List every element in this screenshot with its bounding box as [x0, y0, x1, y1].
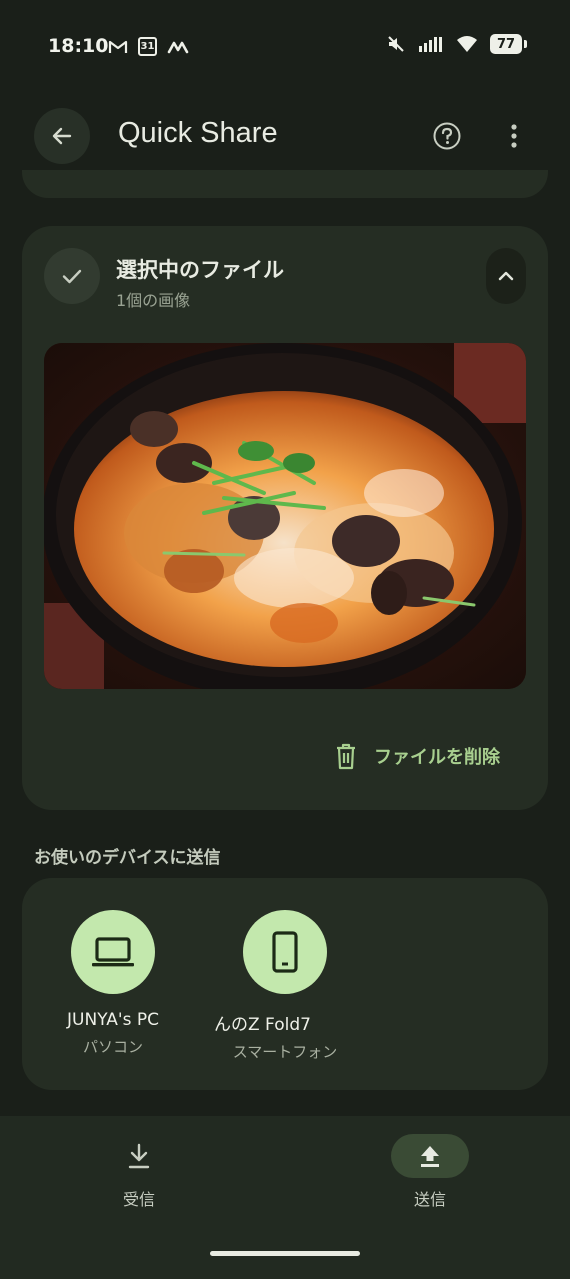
upload-icon	[421, 1146, 439, 1167]
devices-card: JUNYA's PC パソコン んのZ Fold7 スマートフォン	[22, 878, 548, 1090]
device-type: スマートフォン	[232, 1043, 338, 1061]
nav-receive-pill	[100, 1134, 178, 1178]
trash-icon	[337, 743, 355, 770]
chevron-up-icon	[498, 271, 514, 281]
device-junya-pc[interactable]: JUNYA's PC パソコン	[28, 910, 198, 1057]
device-z-fold7[interactable]: んのZ Fold7 スマートフォン	[200, 910, 370, 1062]
laptop-icon	[92, 937, 134, 967]
wifi-icon	[457, 36, 477, 52]
status-bar: 18:10 31 77	[0, 0, 570, 90]
page-title: Quick Share	[118, 117, 278, 149]
food-photo	[44, 343, 526, 689]
nav-receive-label: 受信	[122, 1190, 155, 1209]
nav-send[interactable]: 送信	[380, 1134, 480, 1210]
device-type: パソコン	[82, 1038, 143, 1056]
selected-files-title: 選択中のファイル	[116, 258, 284, 282]
selected-image-thumbnail[interactable]	[44, 343, 526, 689]
status-time: 18:10	[48, 35, 109, 57]
selected-check	[44, 248, 100, 304]
nav-receive[interactable]: 受信	[89, 1134, 189, 1210]
mute-icon	[388, 36, 404, 52]
collapse-button[interactable]	[486, 248, 526, 304]
device-name: んのZ Fold7	[214, 1015, 311, 1035]
arrow-back-icon	[52, 127, 72, 145]
gmail-icon	[108, 40, 128, 53]
device-name: JUNYA's PC	[67, 1010, 159, 1030]
nav-send-label: 送信	[413, 1190, 446, 1209]
battery-icon: 77	[490, 34, 527, 54]
status-right-icons: 77	[386, 34, 527, 54]
quick-share-screen: 18:10 31 77 Quick Share 選択中のファイル 1個の画像 フ…	[0, 0, 570, 1279]
delete-file-button[interactable]: ファイルを削除	[334, 738, 500, 774]
selected-files-card: 選択中のファイル 1個の画像 ファイルを削除	[22, 226, 548, 810]
back-button[interactable]	[34, 108, 90, 164]
calendar-icon: 31	[138, 37, 157, 56]
device-avatar	[71, 910, 155, 994]
signal-icon	[419, 37, 442, 52]
download-icon	[128, 1143, 150, 1169]
help-icon	[433, 122, 461, 150]
previous-card-edge	[22, 170, 548, 198]
home-indicator[interactable]	[210, 1251, 360, 1256]
check-icon	[62, 269, 82, 284]
help-button[interactable]	[426, 115, 468, 157]
delete-file-label: ファイルを削除	[374, 747, 500, 768]
status-left-icons: 31	[108, 37, 189, 56]
phone-icon	[272, 931, 298, 973]
device-avatar	[243, 910, 327, 994]
more-vert-icon	[511, 124, 517, 148]
selected-files-count: 1個の画像	[116, 291, 191, 310]
nav-send-pill	[391, 1134, 469, 1178]
app-m-icon	[167, 41, 189, 53]
more-options-button[interactable]	[496, 115, 532, 157]
devices-section-title: お使いのデバイスに送信	[34, 848, 221, 868]
